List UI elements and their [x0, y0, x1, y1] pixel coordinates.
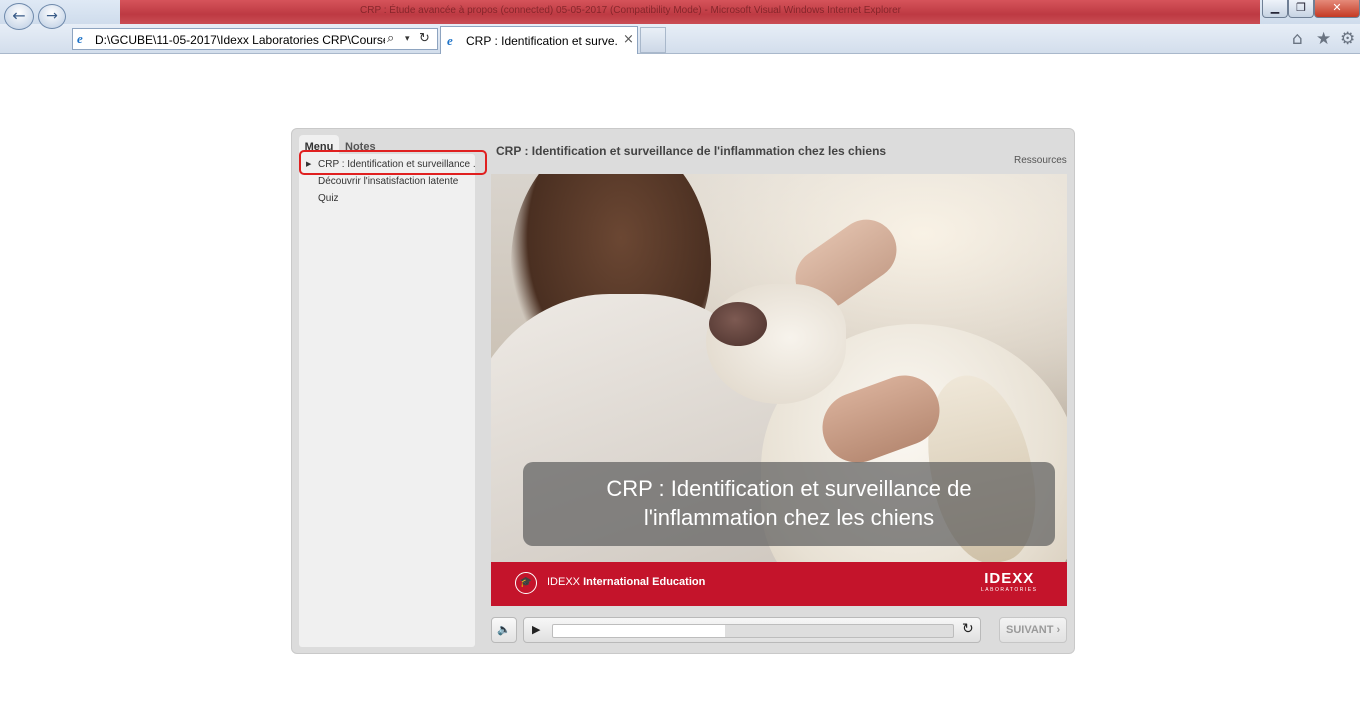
forward-arrow-icon: →	[46, 8, 58, 24]
idexx-logo-sub: LABORATORIES	[981, 587, 1038, 593]
forward-button[interactable]: →	[38, 4, 66, 29]
player-controls: 🔈 ▶ ↻ SUIVANT ›	[491, 617, 1067, 643]
window-title-bar: CRP : Étude avancée à propos (connected)…	[0, 0, 1360, 24]
volume-button[interactable]: 🔈	[491, 617, 517, 643]
caption-line-1: CRP : Identification et surveillance de	[606, 476, 972, 501]
course-title: CRP : Identification et surveillance de …	[496, 144, 887, 158]
play-icon[interactable]: ▶	[532, 623, 540, 636]
refresh-icon[interactable]: ↻	[419, 31, 430, 46]
ie-tab-icon: e	[447, 33, 453, 48]
maximize-button[interactable]: ❐	[1288, 0, 1314, 18]
back-arrow-icon: ←	[12, 6, 26, 25]
menu-item-quiz[interactable]: Quiz	[318, 193, 476, 204]
idexx-logo-text: IDEXX	[984, 570, 1035, 587]
course-sidebar	[299, 154, 475, 647]
selection-highlight	[299, 150, 487, 175]
caption-line-2: l'inflammation chez les chiens	[643, 505, 935, 530]
progress-track[interactable]	[552, 624, 954, 638]
brand-text: IDEXX International Education	[547, 576, 705, 588]
playback-bar: ▶ ↻	[523, 617, 981, 643]
address-text[interactable]: D:\GCUBE\11-05-2017\Idexx Laboratories C…	[95, 33, 385, 47]
progress-fill	[553, 625, 725, 637]
favorites-star-icon[interactable]: ★	[1316, 29, 1331, 49]
tab-close-icon[interactable]: ×	[623, 32, 634, 47]
new-tab-button[interactable]	[640, 27, 666, 53]
slide-image: CRP : Identification et surveillance de …	[491, 174, 1067, 606]
caption-text: CRP : Identification et surveillance de …	[523, 474, 1055, 532]
minimize-button[interactable]: ▁	[1262, 0, 1288, 18]
window-title: CRP : Étude avancée à propos (connected)…	[360, 5, 902, 16]
brand-suffix: International Education	[583, 576, 706, 588]
browser-tab[interactable]: e CRP : Identification et surve... ×	[440, 26, 638, 54]
back-button[interactable]: ←	[4, 3, 34, 30]
settings-gear-icon[interactable]: ⚙	[1340, 29, 1355, 49]
address-bar[interactable]: e D:\GCUBE\11-05-2017\Idexx Laboratories…	[72, 28, 438, 50]
replay-icon[interactable]: ↻	[962, 621, 974, 637]
brand-footer: 🎓 IDEXX International Education IDEXX LA…	[491, 562, 1067, 606]
dog-nose	[709, 302, 767, 346]
next-button[interactable]: SUIVANT ›	[999, 617, 1067, 643]
idexx-logo: IDEXX LABORATORIES	[981, 570, 1038, 594]
close-window-button[interactable]: ✕	[1314, 0, 1360, 18]
brand-prefix: IDEXX	[547, 576, 581, 588]
graduation-cap-icon: 🎓	[515, 572, 537, 594]
menu-item-decouvrir[interactable]: Découvrir l'insatisfaction latente	[318, 176, 476, 187]
resources-link[interactable]: Ressources	[1014, 155, 1067, 166]
home-icon[interactable]: ⌂	[1292, 29, 1303, 49]
slide-caption: CRP : Identification et surveillance de …	[523, 462, 1055, 546]
tab-title: CRP : Identification et surve...	[466, 34, 618, 48]
search-icon[interactable]: ⌕	[387, 31, 394, 46]
speaker-icon: 🔈	[497, 623, 511, 636]
dropdown-icon[interactable]: ▾	[405, 34, 410, 44]
ie-page-icon: e	[77, 31, 83, 46]
